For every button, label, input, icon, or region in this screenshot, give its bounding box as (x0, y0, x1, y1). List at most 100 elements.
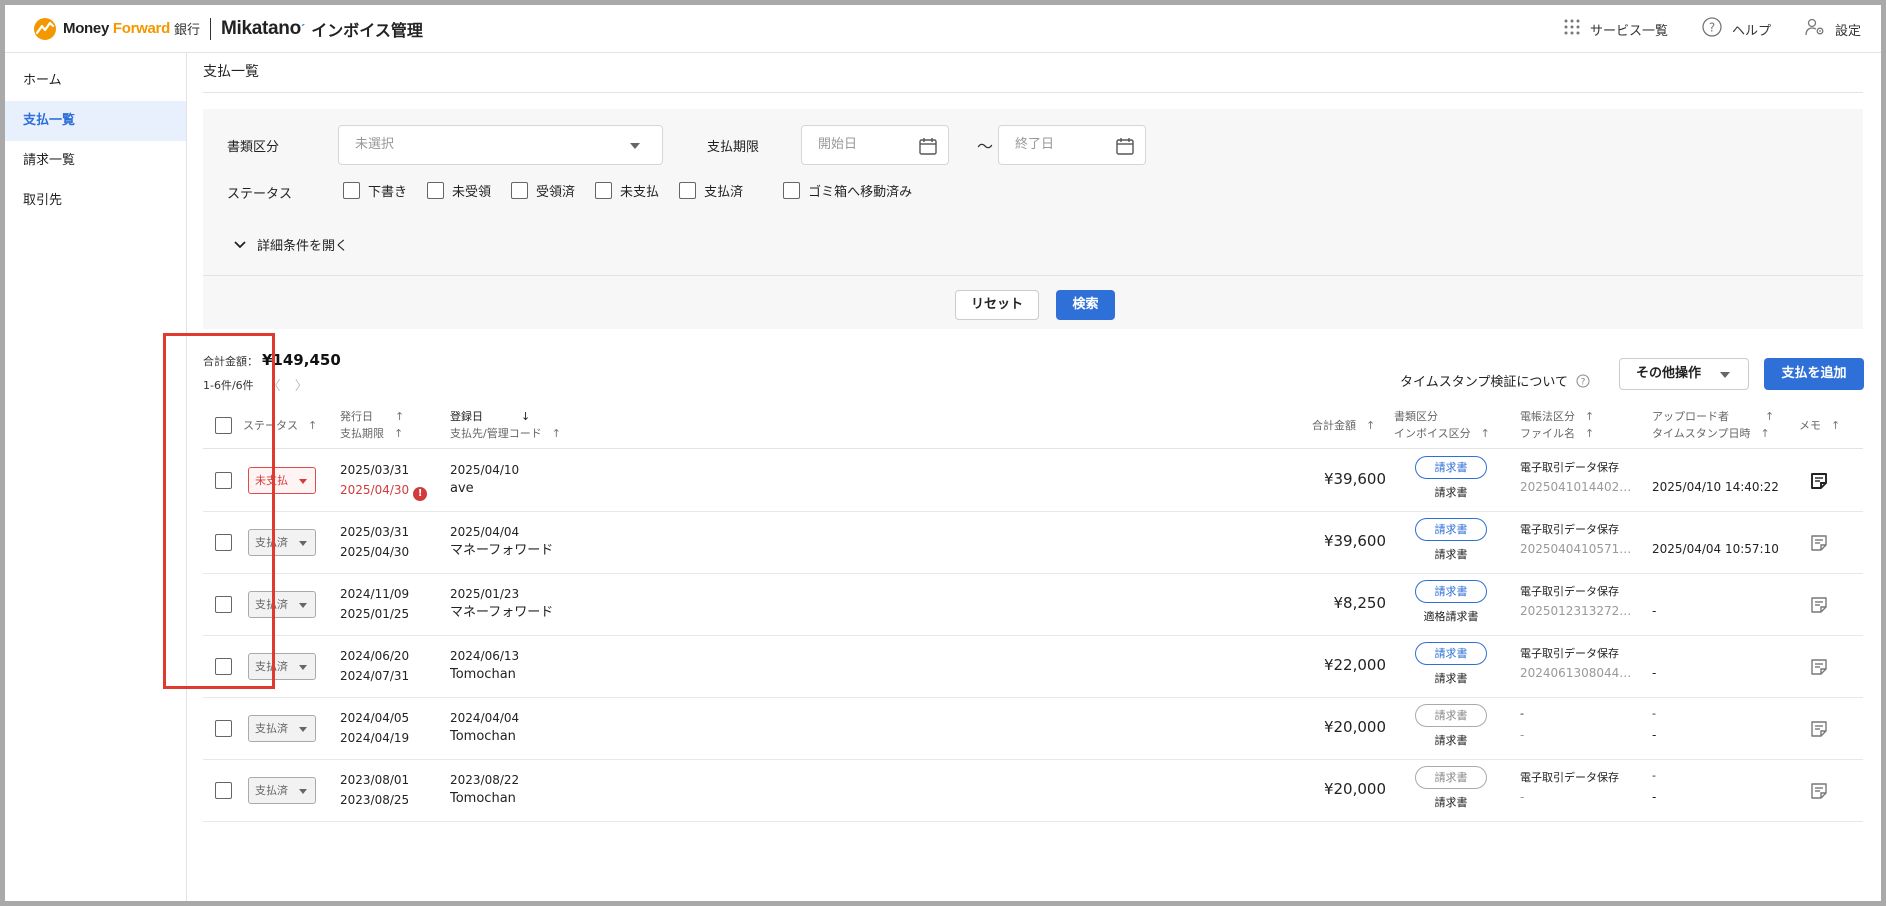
payee-name[interactable]: マネーフォワード (450, 603, 553, 623)
other-ops-label: その他操作 (1636, 366, 1702, 381)
detail-conditions-toggle[interactable]: 詳細条件を開く (233, 235, 348, 254)
row-checkbox[interactable] (215, 658, 232, 675)
start-date-input[interactable]: 開始日 (801, 125, 949, 165)
checkbox[interactable] (679, 182, 697, 199)
status-dropdown[interactable]: 支払済 (248, 653, 316, 680)
status-dropdown[interactable]: 支払済 (248, 529, 316, 556)
table-row[interactable]: 支払済 2023/08/01 2023/08/25 2023/08/22 Tom… (203, 760, 1863, 822)
col-memo[interactable]: メモ ↑ (1799, 417, 1840, 434)
row-checkbox[interactable] (215, 534, 232, 551)
col-label: 支払先/管理コード (450, 427, 542, 440)
table-row[interactable]: 支払済 2024/11/09 2025/01/25 2025/01/23 マネー… (203, 574, 1863, 636)
file-name[interactable]: - (1520, 790, 1632, 804)
sort-up-icon: ↑ (1585, 427, 1595, 440)
status-checkbox-trash[interactable]: ゴミ箱へ移動済み (783, 181, 912, 200)
doc-type-badge[interactable]: 請求書 (1415, 456, 1487, 479)
table-row[interactable]: 支払済 2024/06/20 2024/07/31 2024/06/13 Tom… (203, 636, 1863, 698)
sidebar-item-partners[interactable]: 取引先 (5, 181, 186, 221)
checkbox[interactable] (783, 182, 801, 199)
payee-name[interactable]: Tomochan (450, 789, 516, 809)
col-status[interactable]: ステータス ↑ (243, 417, 317, 434)
doc-type-badge[interactable]: 請求書 (1415, 642, 1487, 665)
reset-button[interactable]: リセット (955, 290, 1039, 320)
col-reg-payee[interactable]: 登録日 ↓ 支払先/管理コード ↑ (450, 408, 561, 442)
status-label: 支払済 (255, 536, 288, 549)
col-doc-invoice[interactable]: 書類区分 インボイス区分 ↑ (1394, 408, 1490, 442)
doc-type-badge[interactable]: 請求書 (1415, 766, 1487, 789)
file-name[interactable]: 2025040410571… (1520, 542, 1632, 556)
file-name[interactable]: 2024061308044… (1520, 666, 1632, 680)
status-checkbox-not-received[interactable]: 未受領 (427, 181, 491, 200)
select-all-checkbox[interactable] (215, 417, 232, 434)
row-checkbox[interactable] (215, 782, 232, 799)
status-dropdown[interactable]: 支払済 (248, 777, 316, 804)
sidebar-item-invoices[interactable]: 請求一覧 (5, 141, 186, 181)
col-uploader-ts[interactable]: アップロード者 ↑ タイムスタンプ日時 ↑ (1652, 408, 1774, 442)
checkbox[interactable] (343, 182, 360, 199)
app-logo[interactable]: Money Forward 銀行 Mikatanoˊ インボイス管理 (33, 17, 423, 41)
memo-icon[interactable] (1809, 595, 1829, 619)
help-label: ヘルプ (1731, 23, 1771, 39)
payee-name[interactable]: Tomochan (450, 665, 516, 685)
add-payment-button[interactable]: 支払を追加 (1764, 358, 1864, 390)
col-issue-due[interactable]: 発行日 ↑ 支払期限 ↑ (340, 408, 404, 442)
logo-brand-text: Money Forward (63, 20, 170, 37)
checkbox[interactable] (511, 182, 529, 199)
status-dropdown[interactable]: 未支払 (248, 467, 316, 494)
doc-type-select[interactable]: 未選択 (338, 125, 663, 165)
status-checkbox-draft[interactable]: 下書き (343, 181, 407, 200)
col-ebook-file[interactable]: 電帳法区分 ↑ ファイル名 ↑ (1520, 408, 1594, 442)
col-amount[interactable]: 合計金額 ↑ (1312, 417, 1375, 434)
checkbox[interactable] (595, 182, 613, 199)
doc-type-badge[interactable]: 請求書 (1415, 580, 1487, 603)
sidebar-item-home[interactable]: ホーム (5, 61, 186, 101)
sidebar-item-payments[interactable]: 支払一覧 (5, 101, 186, 141)
row-checkbox[interactable] (215, 596, 232, 613)
status-dropdown[interactable]: 支払済 (248, 715, 316, 742)
file-name[interactable]: 2025012313272… (1520, 604, 1632, 618)
memo-icon[interactable] (1809, 533, 1829, 557)
file-name[interactable]: - (1520, 728, 1632, 742)
status-checkbox-paid[interactable]: 支払済 (679, 181, 743, 200)
status-checkbox-unpaid[interactable]: 未支払 (595, 181, 659, 200)
payee-name[interactable]: マネーフォワード (450, 541, 553, 561)
table-row[interactable]: 未支払 2025/03/31 2025/04/30! 2025/04/10 av… (203, 450, 1863, 512)
row-checkbox[interactable] (215, 472, 232, 489)
help-menu[interactable]: ? ヘルプ (1702, 17, 1771, 41)
col-label: 支払期限 (340, 427, 384, 440)
timestamp-link-label: タイムスタンプ検証について (1400, 375, 1568, 390)
payee-name[interactable]: Tomochan (450, 727, 516, 747)
search-button[interactable]: 検索 (1056, 290, 1115, 320)
file-name[interactable]: 2025041014402… (1520, 480, 1632, 494)
timestamp-verification-link[interactable]: タイムスタンプ検証について ? (1400, 371, 1590, 390)
next-page-icon[interactable]: 〉 (295, 375, 308, 394)
status-dropdown[interactable]: 支払済 (248, 591, 316, 618)
doc-type-badge[interactable]: 請求書 (1415, 704, 1487, 727)
memo-icon[interactable] (1809, 657, 1829, 681)
due-date: 2024/04/19 (340, 728, 409, 748)
timestamp-datetime: - (1652, 666, 1657, 680)
payee-name[interactable]: ave (450, 479, 474, 499)
sort-up-icon: ↑ (308, 419, 318, 432)
table-row[interactable]: 支払済 2025/03/31 2025/04/30 2025/04/04 マネー… (203, 512, 1863, 574)
checkbox[interactable] (427, 182, 445, 199)
prev-page-icon[interactable]: 〈 (268, 375, 281, 394)
col-label: メモ (1799, 419, 1821, 432)
sort-up-icon: ↑ (1366, 419, 1376, 432)
sort-up-icon: ↑ (551, 427, 561, 440)
due-date: 2023/08/25 (340, 790, 409, 810)
status-checkbox-received[interactable]: 受領済 (511, 181, 575, 200)
memo-filled-icon[interactable] (1809, 471, 1829, 495)
row-checkbox[interactable] (215, 720, 232, 737)
memo-icon[interactable] (1809, 781, 1829, 805)
settings-menu[interactable]: 設定 (1805, 18, 1861, 40)
status-label: 未支払 (255, 474, 288, 487)
warning-icon: ! (413, 487, 428, 501)
end-date-input[interactable]: 終了日 (998, 125, 1146, 165)
doc-type-badge[interactable]: 請求書 (1415, 518, 1487, 541)
other-operations-button[interactable]: その他操作 (1619, 358, 1749, 390)
uploader: - (1652, 769, 1656, 782)
memo-icon[interactable] (1809, 719, 1829, 743)
table-row[interactable]: 支払済 2024/04/05 2024/04/19 2024/04/04 Tom… (203, 698, 1863, 760)
services-menu[interactable]: サービス一覧 (1564, 19, 1668, 39)
